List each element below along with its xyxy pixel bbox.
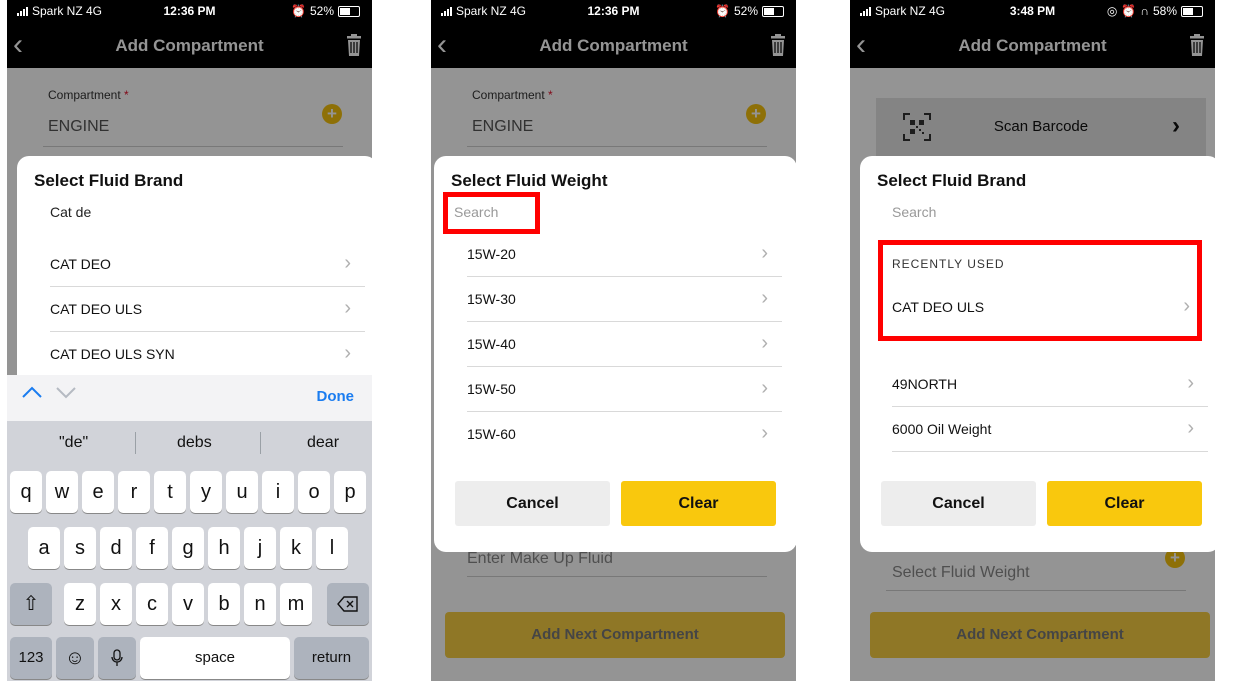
key[interactable]: x — [100, 583, 132, 625]
modal-title: Select Fluid Brand — [877, 171, 1027, 190]
key[interactable]: l — [316, 527, 348, 569]
chevron-right-icon: › — [1187, 372, 1194, 394]
key[interactable]: d — [100, 527, 132, 569]
key[interactable]: j — [244, 527, 276, 569]
modal-title: Select Fluid Brand — [34, 171, 184, 190]
chevron-right-icon: › — [344, 252, 351, 274]
list-item[interactable]: 6000 Oil Weight › — [892, 407, 1208, 452]
battery-icon — [762, 5, 784, 17]
alarm-icon: ⏰ — [291, 4, 306, 18]
backspace-key[interactable] — [327, 583, 369, 625]
keyboard-accessory-bar: Done — [7, 375, 372, 421]
chevron-right-icon: › — [761, 242, 768, 264]
list-item[interactable]: 15W-50 › — [467, 367, 782, 412]
key[interactable]: s — [64, 527, 96, 569]
clear-button[interactable]: Clear — [621, 481, 776, 526]
suggestion-bar: "de" debs dear — [7, 421, 372, 465]
suggestion-item[interactable]: "de" — [59, 434, 88, 452]
fluid-brand-modal: Select Fluid Brand Cat de CAT DEO › CAT D… — [17, 156, 372, 396]
list-item[interactable]: 15W-30 › — [467, 277, 782, 322]
key[interactable]: o — [298, 471, 330, 513]
location-icon: ◎ — [1106, 4, 1118, 18]
microphone-icon — [111, 649, 123, 666]
battery-icon — [1181, 5, 1203, 17]
key[interactable]: t — [154, 471, 186, 513]
key[interactable]: m — [280, 583, 312, 625]
key[interactable]: w — [46, 471, 78, 513]
numbers-key[interactable]: 123 — [10, 637, 52, 679]
cancel-button[interactable]: Cancel — [881, 481, 1036, 526]
suggestion-item[interactable]: dear — [307, 434, 339, 452]
key[interactable]: c — [136, 583, 168, 625]
done-button[interactable]: Done — [317, 388, 355, 405]
list-item[interactable]: CAT DEO ULS SYN › — [50, 332, 365, 376]
search-input[interactable]: Cat de — [50, 204, 91, 220]
highlight-box — [443, 192, 540, 234]
key[interactable]: e — [82, 471, 114, 513]
chevron-right-icon: › — [761, 377, 768, 399]
highlight-box — [878, 240, 1202, 341]
battery-percent: 58% — [1152, 4, 1177, 18]
chevron-right-icon: › — [1187, 417, 1194, 439]
list-item[interactable]: CAT DEO › — [50, 242, 365, 287]
phone-screen-3: Spark NZ 4G 3:48 PM ◎ ⏰ ∩ 58% ‹ Add Compart… — [850, 0, 1215, 681]
key[interactable]: f — [136, 527, 168, 569]
chevron-up-icon[interactable] — [21, 385, 43, 404]
key[interactable]: z — [64, 583, 96, 625]
list-item[interactable]: 15W-20 › — [467, 232, 782, 277]
list-item[interactable]: CAT DEO ULS › — [50, 287, 365, 332]
key[interactable]: k — [280, 527, 312, 569]
key[interactable]: r — [118, 471, 150, 513]
list-item[interactable]: 49NORTH › — [892, 362, 1208, 407]
headphones-icon: ∩ — [1140, 4, 1149, 18]
battery-percent: 52% — [309, 4, 334, 18]
list-item[interactable]: 15W-60 › — [467, 412, 782, 456]
chevron-right-icon: › — [761, 287, 768, 309]
suggestion-item[interactable]: debs — [177, 434, 212, 452]
key[interactable]: v — [172, 583, 204, 625]
key[interactable]: i — [262, 471, 294, 513]
status-bar: Spark NZ 4G 12:36 PM ⏰ 52% — [431, 0, 796, 24]
key[interactable]: u — [226, 471, 258, 513]
status-bar: Spark NZ 4G 3:48 PM ◎ ⏰ ∩ 58% — [850, 0, 1215, 24]
backspace-icon — [337, 596, 358, 612]
space-key[interactable]: space — [140, 637, 290, 679]
emoji-icon: ☺ — [64, 647, 86, 669]
key[interactable]: g — [172, 527, 204, 569]
battery-percent: 52% — [733, 4, 758, 18]
status-bar: Spark NZ 4G 12:36 PM ⏰ 52% — [7, 0, 372, 24]
key[interactable]: n — [244, 583, 276, 625]
key[interactable]: y — [190, 471, 222, 513]
return-key[interactable]: return — [294, 637, 369, 679]
alarm-icon: ⏰ — [1121, 4, 1137, 18]
emoji-key[interactable]: ☺ — [56, 637, 94, 679]
chevron-right-icon: › — [761, 332, 768, 354]
clear-button[interactable]: Clear — [1047, 481, 1202, 526]
fluid-weight-modal: Select Fluid Weight Search 15W-20 › 15W-3… — [434, 156, 796, 552]
phone-screen-2: Spark NZ 4G 12:36 PM ⏰ 52% ‹ Add Compartm… — [431, 0, 796, 681]
chevron-down-icon[interactable] — [55, 385, 77, 404]
shift-icon: ⇧ — [22, 593, 40, 615]
key[interactable]: a — [28, 527, 60, 569]
key[interactable]: h — [208, 527, 240, 569]
battery-icon — [338, 5, 360, 17]
key[interactable]: q — [10, 471, 42, 513]
keyboard: Done "de" debs dear q w e r t y u i o p … — [7, 375, 372, 681]
cancel-button[interactable]: Cancel — [455, 481, 610, 526]
chevron-right-icon: › — [761, 422, 768, 444]
shift-key[interactable]: ⇧ — [10, 583, 52, 625]
dictation-key[interactable] — [98, 637, 136, 679]
chevron-right-icon: › — [344, 342, 351, 364]
modal-title: Select Fluid Weight — [451, 171, 608, 190]
list-item[interactable]: 15W-40 › — [467, 322, 782, 367]
fluid-brand-modal: Select Fluid Brand Search RECENTLY USED … — [860, 156, 1215, 552]
search-input[interactable]: Search — [892, 204, 936, 220]
key[interactable]: p — [334, 471, 366, 513]
key[interactable]: b — [208, 583, 240, 625]
alarm-icon: ⏰ — [715, 4, 730, 18]
chevron-right-icon: › — [344, 297, 351, 319]
phone-screen-1: Spark NZ 4G 12:36 PM ⏰ 52% ‹ Add Compartm… — [7, 0, 372, 681]
